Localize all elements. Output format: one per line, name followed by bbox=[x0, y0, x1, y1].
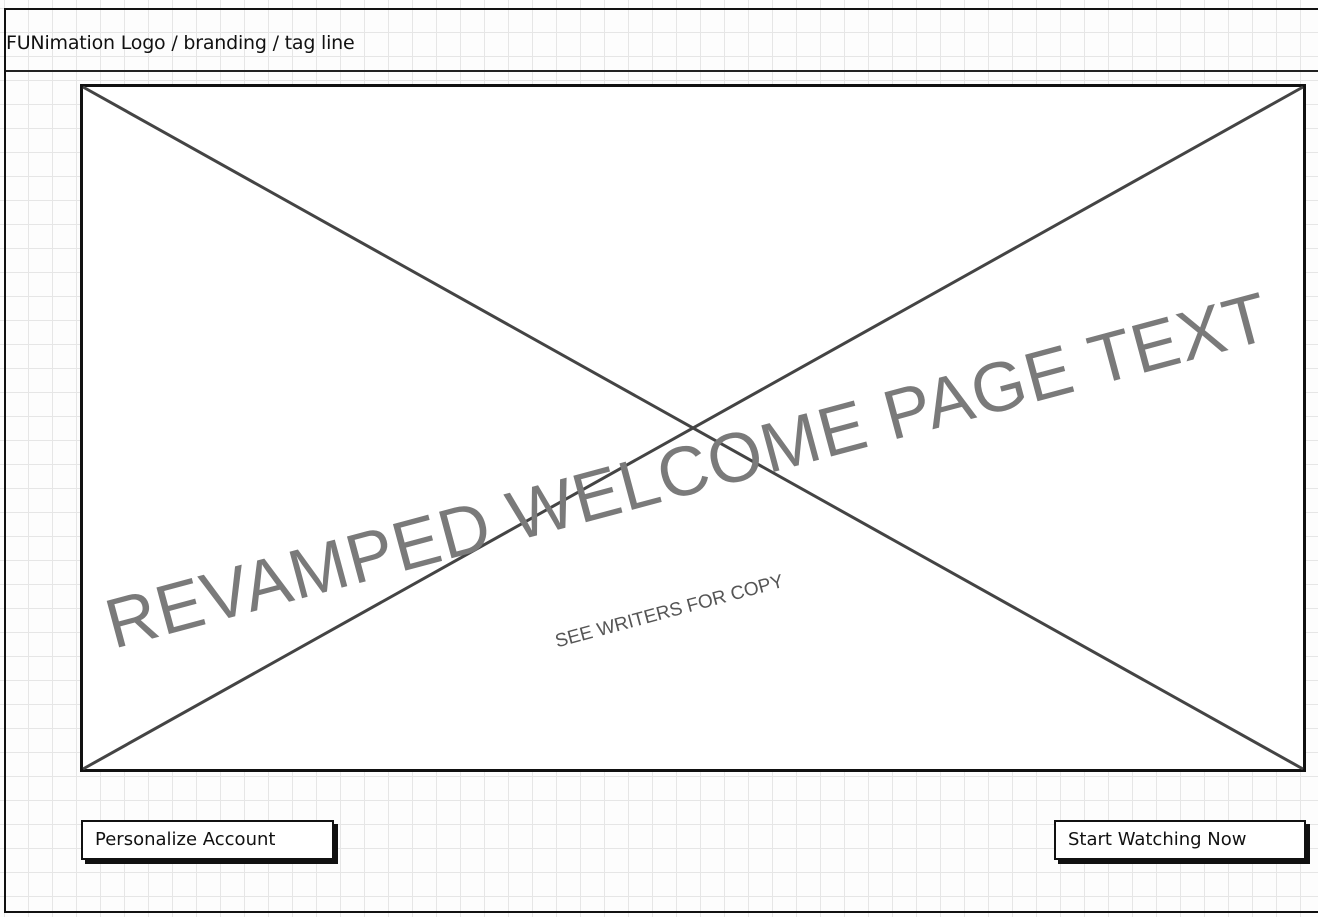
hero-image-placeholder: REVAMPED WELCOME PAGE TEXT SEE WRITERS F… bbox=[80, 84, 1306, 772]
wireframe-canvas: FUNimation Logo / branding / tag line RE… bbox=[0, 0, 1318, 917]
branding-text: FUNimation Logo / branding / tag line bbox=[6, 32, 355, 54]
site-header: FUNimation Logo / branding / tag line bbox=[6, 10, 1318, 72]
personalize-account-button[interactable]: Personalize Account bbox=[81, 820, 334, 860]
start-watching-button[interactable]: Start Watching Now bbox=[1054, 820, 1306, 860]
